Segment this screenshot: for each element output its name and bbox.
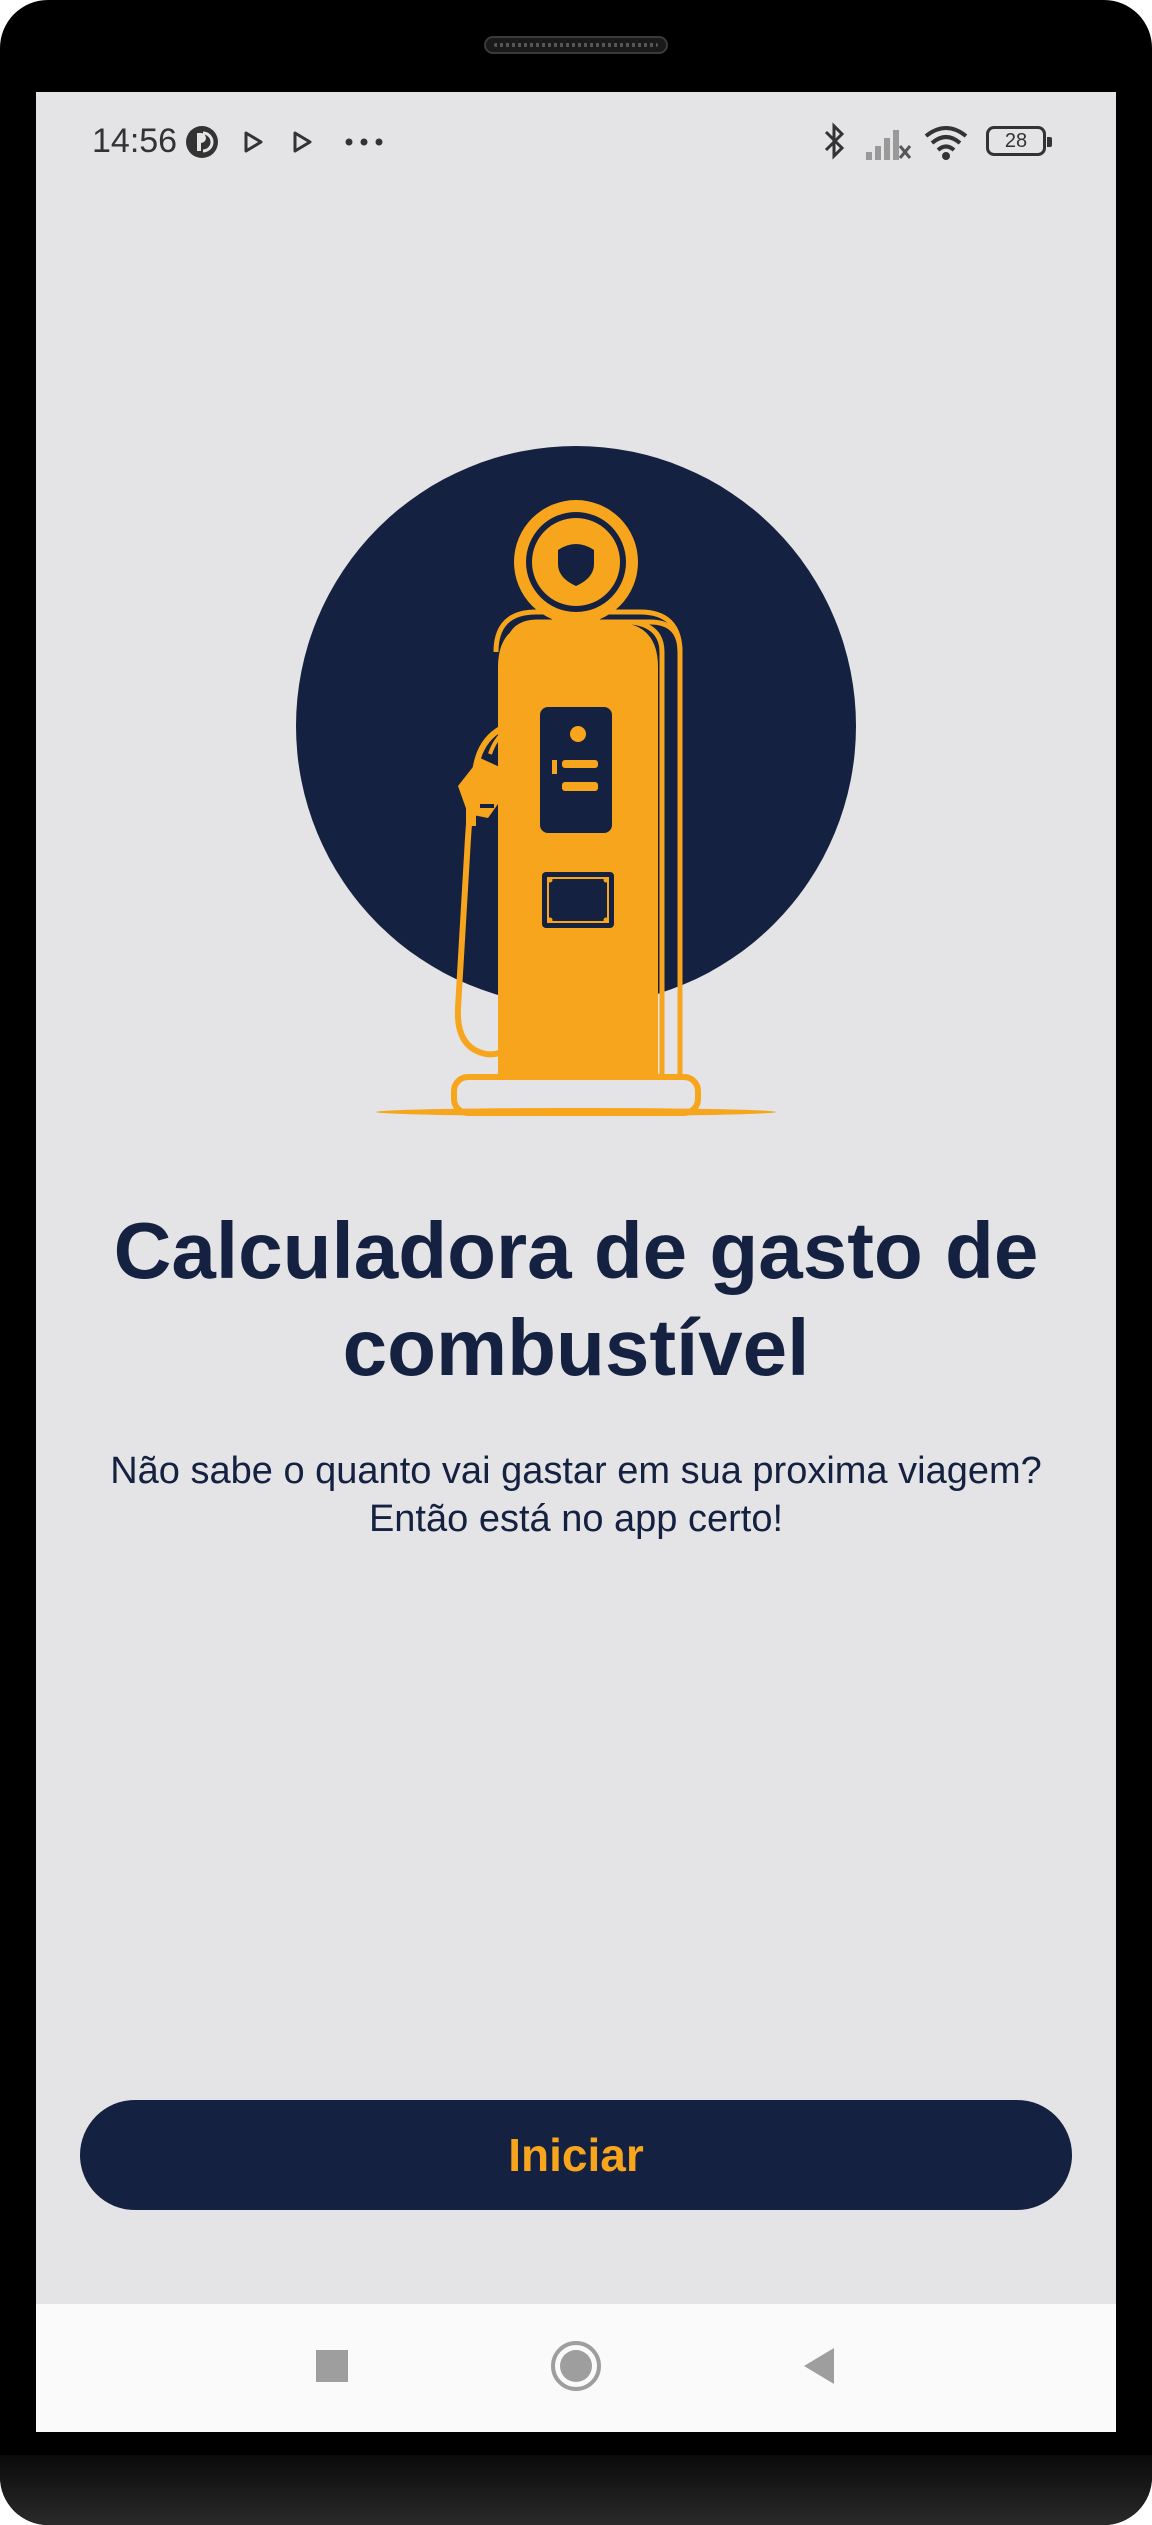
back-button[interactable] xyxy=(758,2304,878,2432)
fuel-pump-illustration xyxy=(296,446,856,1116)
recents-button[interactable] xyxy=(272,2304,392,2432)
back-icon xyxy=(804,2348,834,2384)
pump-base xyxy=(451,1074,701,1116)
phone-frame: 14:56 28 Calculadora de gasto de combust… xyxy=(0,0,1152,2525)
phone-chin xyxy=(0,2455,1152,2525)
subtitle-line-2: Então está no app certo! xyxy=(368,1498,784,1540)
start-button[interactable]: Iniciar xyxy=(80,2100,1072,2210)
recents-icon xyxy=(316,2350,348,2382)
page-subtitle: Não sabe o quanto vai gastar em sua prox… xyxy=(76,1447,1076,1543)
app-screen: 14:56 28 Calculadora de gasto de combust… xyxy=(36,92,1116,2432)
home-icon xyxy=(551,2341,601,2391)
subtitle-line-1: Não sabe o quanto vai gastar em sua prox… xyxy=(110,1450,1042,1492)
navigation-bar xyxy=(36,2304,1116,2432)
home-button[interactable] xyxy=(516,2304,636,2432)
phone-speaker xyxy=(484,36,668,54)
page-title: Calculadora de gasto de combustível xyxy=(113,1206,1039,1392)
